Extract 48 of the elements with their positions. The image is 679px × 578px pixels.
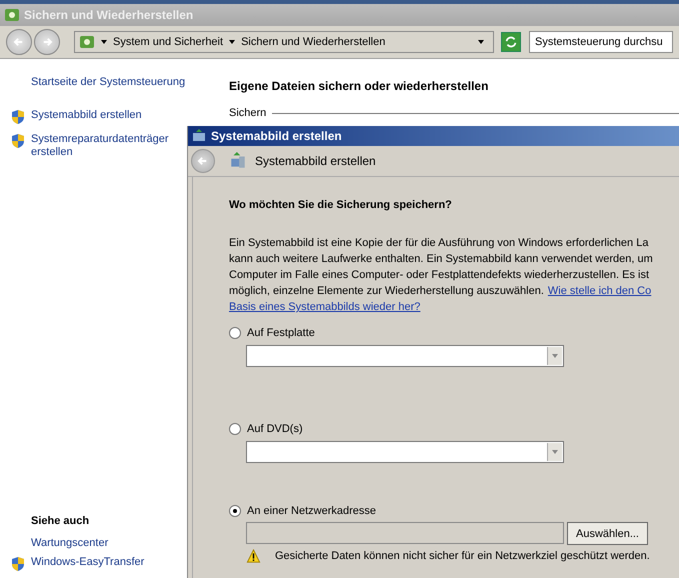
backup-icon (191, 128, 207, 144)
radio-button[interactable] (229, 423, 241, 435)
dialog-title: Systemabbild erstellen (211, 129, 342, 143)
forward-button[interactable] (34, 29, 60, 55)
warning-text: Gesicherte Daten können nicht sicher für ein Netzwerkziel geschützt werden. (275, 550, 650, 562)
dropdown-field[interactable] (246, 441, 564, 463)
radio-label: Auf Festplatte (247, 327, 315, 339)
refresh-icon (504, 35, 518, 49)
page-heading: Eigene Dateien sichern oder wiederherstellen (229, 79, 490, 93)
backup-icon (229, 152, 247, 170)
question-heading: Wo möchten Sie die Sicherung speichern? (229, 199, 453, 211)
caret-icon (551, 448, 559, 456)
section-heading: Siehe auch (31, 515, 90, 527)
description-text: möglich, einzelne Elemente zur Wiederherstellung auszuwählen. (229, 284, 544, 299)
caret-icon (551, 352, 559, 360)
back-button[interactable] (6, 29, 32, 55)
section-label: Sichern (229, 107, 266, 119)
caret-icon[interactable] (228, 38, 236, 46)
radio-label: An einer Netzwerkadresse (247, 505, 376, 517)
description-text: Computer im Falle eines Computer- oder Festplattendefekts wiederherzustellen. Es ist (229, 268, 650, 283)
address-bar[interactable]: System und Sicherheit Sichern und Wiederherstellen (74, 31, 494, 53)
breadcrumb-item[interactable]: System und Sicherheit (113, 36, 224, 48)
sidebar-link[interactable]: Wartungscenter (31, 537, 191, 550)
window-title: Sichern und Wiederherstellen (24, 8, 194, 22)
sidebar-link[interactable]: Systemabbild erstellen (31, 109, 191, 122)
description-text: kann auch weitere Laufwerke enthalten. Ein Systemabbild kann verwendet werden, um (229, 252, 653, 267)
warning-icon (246, 549, 261, 563)
radio-button[interactable] (229, 327, 241, 339)
dropdown-field[interactable] (246, 345, 564, 367)
dialog-header: Systemabbild erstellen (255, 154, 376, 168)
description-text: Ein Systemabbild ist eine Kopie der für die Ausführung von Windows erforderlichen La (229, 236, 648, 251)
input-field[interactable] (246, 522, 564, 544)
back-button[interactable] (191, 149, 215, 173)
sidebar-link[interactable]: Startseite der Systemsteuerung (31, 75, 200, 89)
breadcrumb-item[interactable]: Sichern und Wiederherstellen (241, 36, 386, 48)
caret-icon[interactable] (100, 38, 108, 46)
dropdown-caret-icon[interactable] (477, 38, 485, 46)
choose-button[interactable]: Auswählen... (567, 522, 648, 545)
help-link[interactable]: Basis eines Systemabbilds wieder her? (229, 299, 679, 315)
refresh-button[interactable] (501, 32, 521, 52)
radio-button[interactable] (229, 505, 241, 517)
sidebar-link[interactable]: Windows-EasyTransfer (31, 556, 191, 569)
search-field[interactable]: Systemsteuerung durchsu (529, 31, 673, 53)
help-link[interactable]: Wie stelle ich den Co (548, 283, 652, 299)
radio-label: Auf DVD(s) (247, 423, 303, 435)
shield-icon (10, 133, 26, 149)
sidebar-link[interactable]: Systemreparaturdatenträger erstellen (31, 133, 191, 159)
shield-icon (10, 109, 26, 125)
